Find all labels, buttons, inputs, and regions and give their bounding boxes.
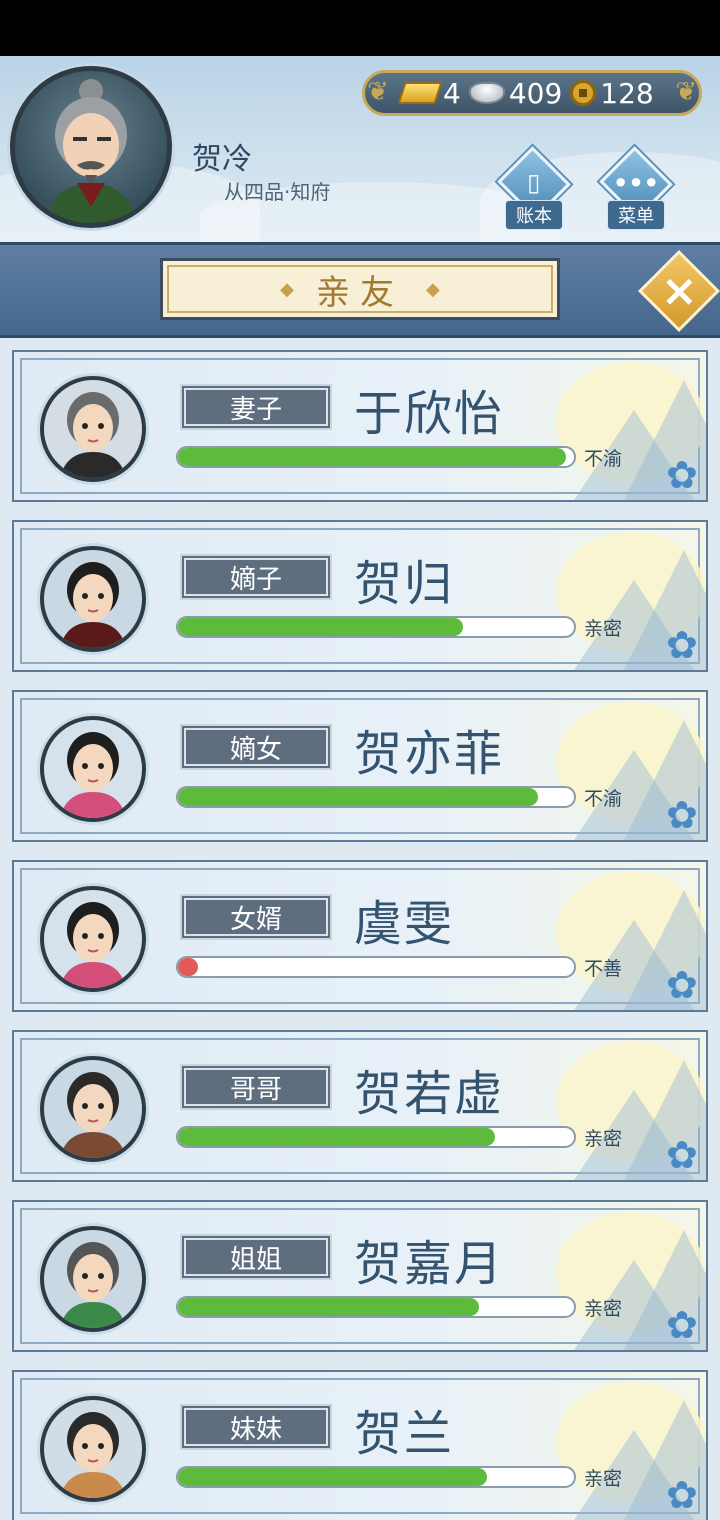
- relation-label: 姐姐: [180, 1234, 332, 1280]
- close-icon: ×: [660, 265, 698, 316]
- mood-status: 亲密: [584, 1128, 623, 1150]
- affection-fill: [178, 1298, 479, 1316]
- affection-bar: [176, 956, 576, 978]
- relative-avatar[interactable]: [40, 1056, 146, 1162]
- affection-bar: [176, 446, 576, 468]
- page-title: 亲友: [316, 272, 404, 313]
- relation-label: 嫡子: [180, 554, 332, 600]
- flower-icon: ✿: [666, 1133, 698, 1177]
- flower-icon: ✿: [666, 1473, 698, 1517]
- relative-card[interactable]: 姐姐 贺嘉月 亲密 ✿: [12, 1200, 708, 1352]
- ledger-button[interactable]: ▯ 账本: [496, 146, 572, 230]
- silver-ingot-icon: [468, 82, 505, 104]
- flower-icon: ✿: [666, 1303, 698, 1347]
- player-rank: 从四品·知府: [224, 180, 331, 204]
- mood-status: 不渝: [584, 788, 623, 810]
- relative-avatar[interactable]: [40, 886, 146, 992]
- mood-status: 不渝: [584, 448, 623, 470]
- flower-icon: ✿: [666, 793, 698, 837]
- relative-name: 于欣怡: [354, 386, 505, 442]
- flower-icon: ✿: [666, 453, 698, 497]
- ledger-label: 账本: [505, 200, 563, 230]
- affection-fill: [178, 788, 539, 806]
- bamboo-icon: ❦: [367, 77, 389, 107]
- relative-card[interactable]: 嫡女 贺亦菲 不渝 ✿: [12, 690, 708, 842]
- menu-button[interactable]: ••• 菜单: [598, 146, 674, 230]
- relation-label: 嫡女: [180, 724, 332, 770]
- flower-icon: ✿: [666, 623, 698, 667]
- diamond-ornament-icon: ◆: [426, 278, 440, 300]
- coin-amount: 128: [600, 76, 654, 110]
- flower-icon: ✿: [666, 963, 698, 1007]
- affection-bar: [176, 616, 576, 638]
- relative-avatar[interactable]: [40, 376, 146, 482]
- relative-avatar[interactable]: [40, 546, 146, 652]
- bamboo-icon: ❦: [675, 77, 697, 107]
- relative-name: 虞雯: [354, 896, 455, 952]
- relation-label: 哥哥: [180, 1064, 332, 1110]
- affection-bar: [176, 1126, 576, 1148]
- mood-status: 亲密: [584, 1468, 623, 1490]
- relative-card[interactable]: 妻子 于欣怡 不渝 ✿: [12, 350, 708, 502]
- relative-avatar[interactable]: [40, 1226, 146, 1332]
- player-avatar[interactable]: [10, 66, 172, 228]
- relative-name: 贺亦菲: [354, 726, 505, 782]
- affection-bar: [176, 786, 576, 808]
- relative-name: 贺归: [354, 556, 455, 612]
- relative-card[interactable]: 嫡子 贺归 亲密 ✿: [12, 520, 708, 672]
- menu-label: 菜单: [607, 200, 665, 230]
- silver-amount: 409: [508, 76, 563, 110]
- affection-bar: [176, 1296, 576, 1318]
- currency-bar: ❦ 4 409 128 ❦: [362, 70, 702, 116]
- relative-card[interactable]: 哥哥 贺若虚 亲密 ✿: [12, 1030, 708, 1182]
- gold-bar-icon: [397, 82, 443, 104]
- copper-coin-icon: [570, 80, 597, 106]
- silver-counter[interactable]: 409: [468, 76, 563, 110]
- relation-label: 女婿: [180, 894, 332, 940]
- affection-bar: [176, 1466, 576, 1488]
- relative-name: 贺兰: [354, 1406, 455, 1462]
- affection-fill: [178, 1468, 487, 1486]
- status-bar: [0, 0, 720, 56]
- relative-avatar[interactable]: [40, 1396, 146, 1502]
- relative-name: 贺嘉月: [354, 1236, 505, 1292]
- mood-status: 亲密: [584, 618, 623, 640]
- gold-counter[interactable]: 4: [397, 76, 461, 110]
- mood-status: 亲密: [584, 1298, 623, 1320]
- affection-fill: [178, 1128, 495, 1146]
- page-title-plate: ◆ 亲友 ◆: [160, 258, 560, 320]
- coin-counter[interactable]: 128: [570, 76, 654, 110]
- mood-status: 不善: [584, 958, 623, 980]
- affection-fill: [178, 448, 567, 466]
- affection-fill: [178, 618, 464, 636]
- relation-label: 妻子: [180, 384, 332, 430]
- relatives-list[interactable]: 妻子 于欣怡 不渝 ✿ 嫡子 贺归 亲密 ✿ 嫡女 贺亦菲 不渝 ✿ 女婿 虞雯…: [0, 338, 720, 1520]
- diamond-ornament-icon: ◆: [280, 278, 294, 300]
- gold-amount: 4: [443, 76, 461, 110]
- relation-label: 妹妹: [180, 1404, 332, 1450]
- relative-card[interactable]: 女婿 虞雯 不善 ✿: [12, 860, 708, 1012]
- player-name: 贺冷: [192, 142, 252, 177]
- affection-fill: [178, 958, 198, 976]
- relative-name: 贺若虚: [354, 1066, 505, 1122]
- relative-card[interactable]: 妹妹 贺兰 亲密 ✿: [12, 1370, 708, 1520]
- relative-avatar[interactable]: [40, 716, 146, 822]
